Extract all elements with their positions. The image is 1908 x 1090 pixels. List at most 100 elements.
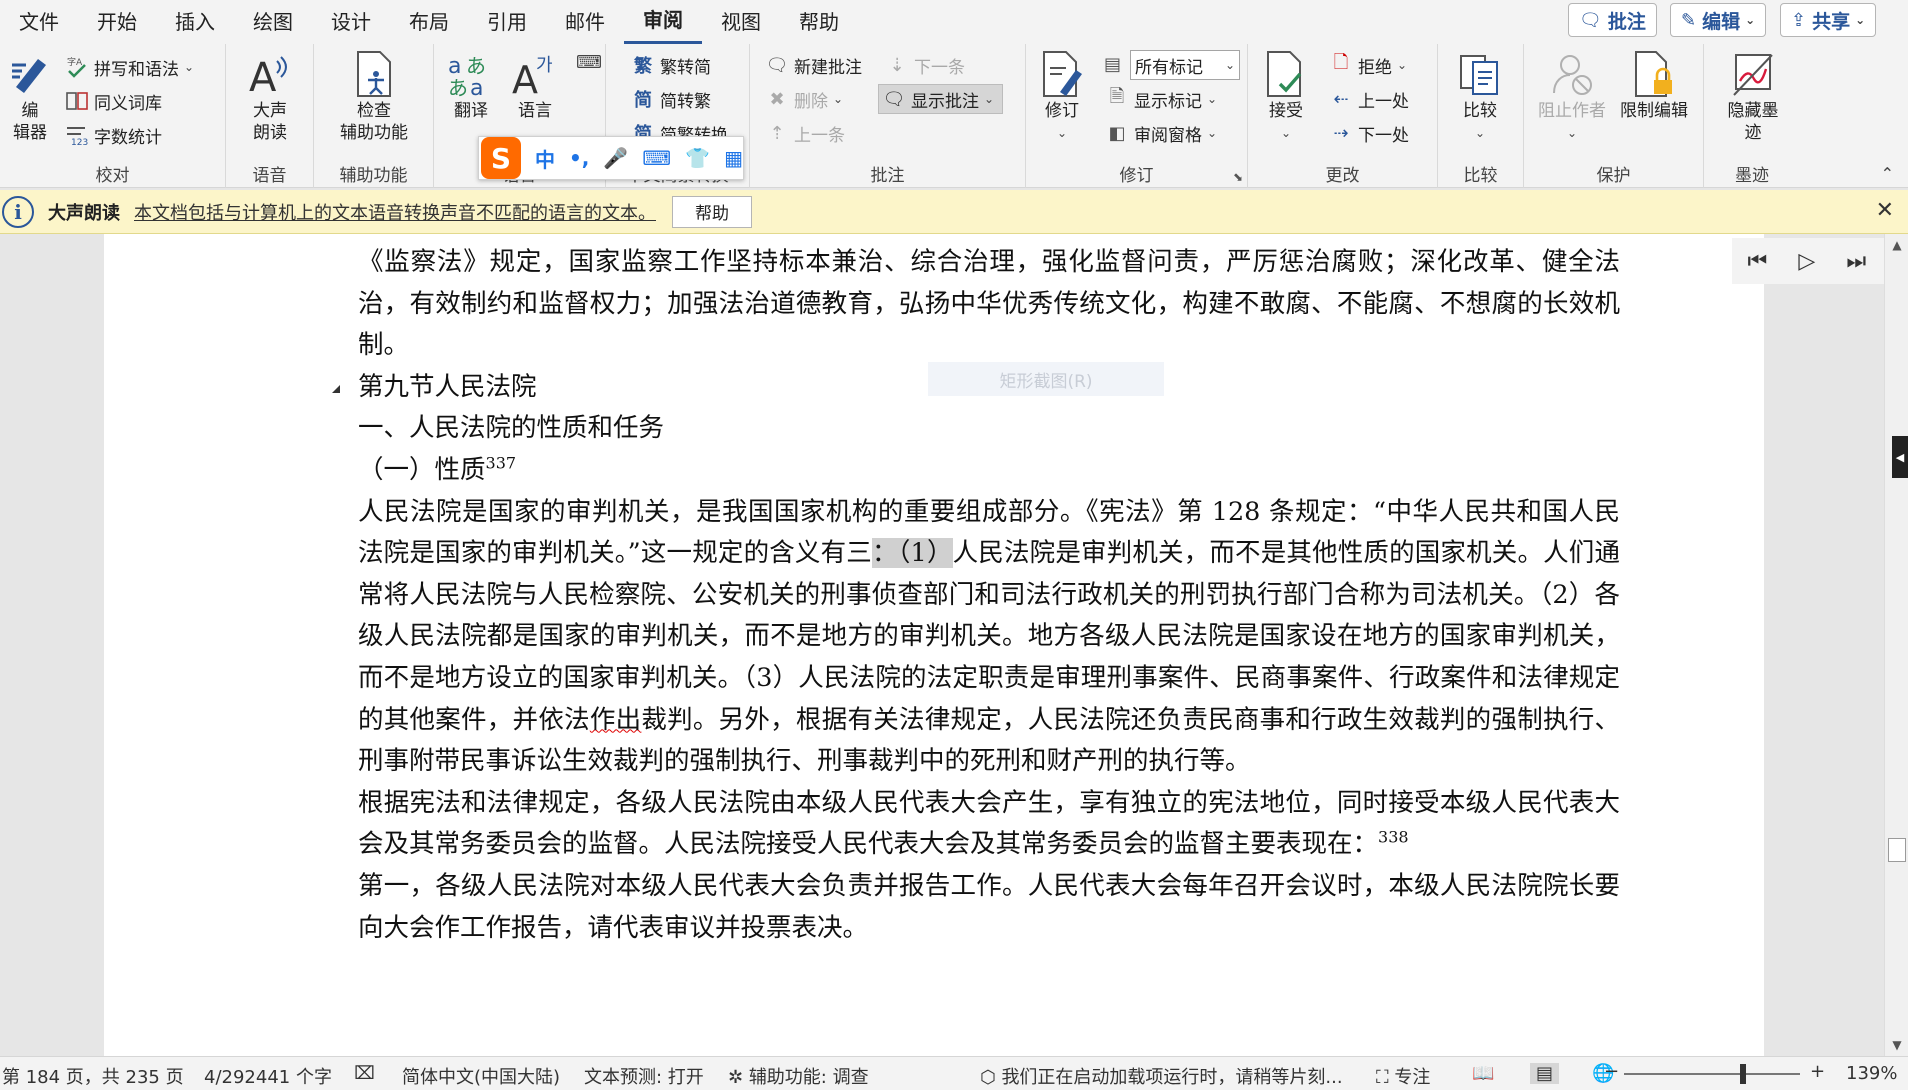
read-mode-icon[interactable]: 📖	[1472, 1063, 1494, 1084]
tab-view[interactable]: 视图	[702, 0, 780, 44]
keyboard-icon[interactable]: ⌨	[576, 52, 602, 73]
language-button[interactable]: A가 语言	[510, 50, 560, 122]
ime-skin-icon[interactable]: 👕	[685, 146, 710, 170]
zoom-slider-thumb[interactable]	[1740, 1064, 1746, 1084]
word-count[interactable]: 4/292441 个字	[204, 1063, 332, 1089]
document-page[interactable]: 矩形截图(R) 《监察法》规定，国家监察工作坚持标本兼治、综合治理，强化监督问责…	[104, 234, 1884, 1056]
share-button[interactable]: ⇪ 共享 ⌄	[1780, 3, 1877, 37]
editor-button[interactable]: 编 辑器	[6, 50, 54, 144]
markup-select-icon: ▤	[1104, 54, 1122, 75]
ime-punctuation-icon[interactable]: •,	[569, 146, 589, 170]
previous-paragraph-icon[interactable]: ⏮	[1748, 249, 1768, 274]
editing-mode-button[interactable]: ✎ 编辑 ⌄	[1670, 3, 1767, 37]
focus-icon: ⛶	[1376, 1067, 1395, 1088]
translate-button[interactable]: aああa 翻译	[446, 50, 496, 122]
scroll-down-icon[interactable]: ▼	[1885, 1034, 1908, 1056]
highlighted-text: ：（1）	[871, 538, 953, 569]
compare-button[interactable]: 比较 ⌄	[1456, 50, 1504, 144]
tab-mailings[interactable]: 邮件	[546, 0, 624, 44]
scroll-thumb[interactable]	[1888, 838, 1906, 862]
tab-design[interactable]: 设计	[312, 0, 390, 44]
tab-insert[interactable]: 插入	[156, 0, 234, 44]
play-icon[interactable]: ▷	[1798, 249, 1815, 274]
previous-change-button[interactable]: ⇠ 上一处	[1328, 84, 1409, 114]
reviewing-pane-button[interactable]: ◧ 审阅窗格 ⌄	[1104, 118, 1217, 148]
tab-review[interactable]: 审阅	[624, 0, 702, 44]
ime-voice-icon[interactable]: 🎤	[603, 146, 628, 170]
tab-home[interactable]: 开始	[78, 0, 156, 44]
svg-text:123: 123	[71, 138, 88, 146]
grammar-flagged-text[interactable]: 作出	[590, 705, 642, 735]
zoom-slider[interactable]	[1624, 1073, 1800, 1075]
chevron-down-icon: ⌄	[833, 92, 844, 106]
focus-mode-button[interactable]: ⛶ 专注	[1376, 1063, 1430, 1089]
pencil-icon: ✎	[1681, 9, 1697, 31]
tab-file[interactable]: 文件	[0, 0, 78, 44]
text-prediction-status[interactable]: 文本预测: 打开	[584, 1063, 704, 1089]
tab-layout[interactable]: 布局	[390, 0, 468, 44]
delete-comment-button[interactable]: ✖ 删除 ⌄	[764, 84, 843, 114]
footnote-ref-337[interactable]: 337	[486, 453, 517, 472]
thesaurus-button[interactable]: 同义词库	[64, 86, 162, 116]
spellcheck-icon: 字A	[64, 54, 90, 80]
simp-to-trad-button[interactable]: 简 简转繁	[630, 84, 711, 114]
next-change-button[interactable]: ⇢ 下一处	[1328, 118, 1409, 148]
compare-icon	[1456, 50, 1504, 98]
next-paragraph-icon[interactable]: ⏭	[1846, 249, 1866, 274]
word-count-button[interactable]: 123 字数统计	[64, 120, 162, 150]
document-body[interactable]: 《监察法》规定，国家监察工作坚持标本兼治、综合治理，强化监督问责，严厉惩治腐败；…	[332, 242, 1620, 949]
hide-ink-icon	[1729, 50, 1777, 98]
hide-ink-button[interactable]: 隐藏墨 迹	[1718, 50, 1788, 144]
spelling-grammar-button[interactable]: 字A 拼写和语法 ⌄	[64, 52, 194, 82]
zoom-out-icon[interactable]: −	[1604, 1061, 1619, 1082]
accessibility-status[interactable]: ✲ 辅助功能: 调查	[728, 1063, 869, 1089]
document-area: 矩形截图(R) 《监察法》规定，国家监察工作坚持标本兼治、综合治理，强化监督问责…	[0, 234, 1884, 1056]
comments-button[interactable]: 🗨 批注	[1568, 3, 1657, 37]
track-changes-button[interactable]: 修订 ⌄	[1040, 50, 1084, 144]
prev-comment-button[interactable]: ⇡ 上一条	[764, 118, 845, 148]
show-comments-button[interactable]: 🗨 显示批注 ⌄	[878, 84, 1004, 114]
show-markup-label: 显示标记	[1134, 91, 1202, 112]
read-aloud-button[interactable]: A 大声 朗读	[244, 50, 296, 144]
close-icon[interactable]: ✕	[1876, 198, 1894, 223]
trad-to-simp-label: 繁转简	[660, 57, 711, 78]
collapse-heading-icon[interactable]	[332, 376, 340, 393]
ime-keyboard-icon[interactable]: ⌨	[642, 146, 671, 170]
chevron-down-icon: ⌄	[1207, 92, 1218, 106]
message-help-button[interactable]: 帮助	[672, 195, 752, 228]
proofing-status-icon[interactable]: ⌧	[354, 1063, 375, 1084]
scroll-up-icon[interactable]: ▲	[1885, 234, 1908, 256]
restrict-editing-button[interactable]: 限制编辑	[1614, 50, 1694, 122]
footnote-ref-338[interactable]: 338	[1378, 828, 1409, 847]
show-markup-button[interactable]: 🗎 显示标记 ⌄	[1104, 84, 1217, 114]
paragraph-court-supervision-text: 根据宪法和法律规定，各级人民法院由本级人民代表大会产生，享有独立的宪法地位，同时…	[358, 787, 1620, 860]
block-authors-button[interactable]: 阻止作者 ⌄	[1534, 50, 1610, 144]
zoom-in-icon[interactable]: +	[1810, 1061, 1825, 1082]
zoom-level[interactable]: 139%	[1846, 1063, 1897, 1084]
accept-button[interactable]: 接受 ⌄	[1264, 50, 1308, 144]
trad-to-simp-button[interactable]: 繁 繁转简	[630, 50, 711, 80]
ime-logo-icon[interactable]: S	[481, 137, 522, 179]
new-comment-button[interactable]: 🗨 新建批注	[764, 50, 862, 80]
expand-pane-icon[interactable]: ◀	[1892, 436, 1908, 478]
language-status[interactable]: 简体中文(中国大陆)	[402, 1063, 560, 1089]
group-label-ink: 墨迹	[1735, 166, 1769, 186]
next-comment-button[interactable]: ⇣ 下一条	[884, 50, 965, 80]
message-text-link[interactable]: 本文档包括与计算机上的文本语音转换声音不匹配的语言的文本。	[134, 199, 656, 225]
tab-references[interactable]: 引用	[468, 0, 546, 44]
tab-help[interactable]: 帮助	[780, 0, 858, 44]
print-layout-icon[interactable]: ▤	[1530, 1063, 1560, 1084]
page-count[interactable]: 第 184 页，共 235 页	[2, 1063, 184, 1089]
markup-select[interactable]: 所有标记 ⌄	[1130, 50, 1240, 80]
translate-icon: aああa	[447, 50, 495, 98]
ime-toolbox-icon[interactable]: ▦	[724, 146, 743, 170]
chevron-down-icon: ⌄	[184, 60, 195, 74]
collapse-ribbon-icon[interactable]: ⌃	[1881, 164, 1894, 183]
tab-draw[interactable]: 绘图	[234, 0, 312, 44]
read-aloud-label: 大声 朗读	[253, 101, 287, 143]
chevron-down-icon: ⌄	[1566, 126, 1578, 140]
check-accessibility-button[interactable]: 检查 辅助功能	[326, 50, 422, 144]
ime-mode-toggle[interactable]: 中	[535, 144, 555, 173]
vertical-scrollbar[interactable]: ▲ ▼	[1884, 234, 1908, 1056]
reject-button[interactable]: 🗋 拒绝 ⌄	[1328, 50, 1407, 80]
